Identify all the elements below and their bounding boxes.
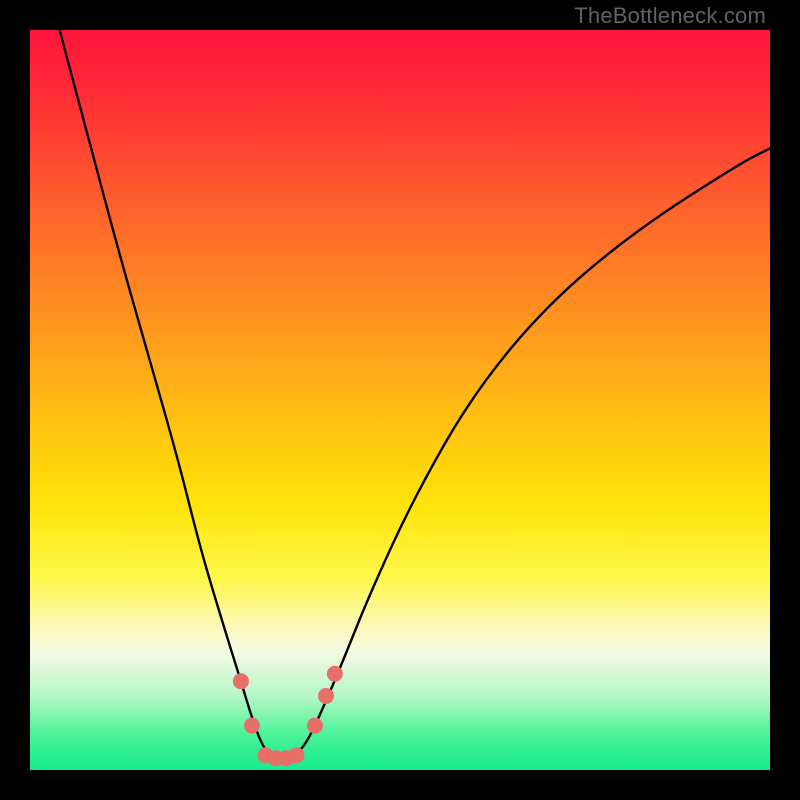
watermark-text: TheBottleneck.com bbox=[574, 3, 766, 29]
dot-bottom-4 bbox=[288, 747, 304, 763]
chart-overlay bbox=[30, 30, 770, 770]
dot-left-low bbox=[244, 718, 260, 734]
dot-left-up bbox=[233, 673, 249, 689]
chart-frame: TheBottleneck.com bbox=[0, 0, 800, 800]
bottleneck-curve bbox=[60, 30, 770, 759]
dot-right-up2 bbox=[327, 666, 343, 682]
dot-right-low bbox=[307, 718, 323, 734]
marker-group bbox=[233, 666, 343, 766]
dot-right-up1 bbox=[318, 688, 334, 704]
